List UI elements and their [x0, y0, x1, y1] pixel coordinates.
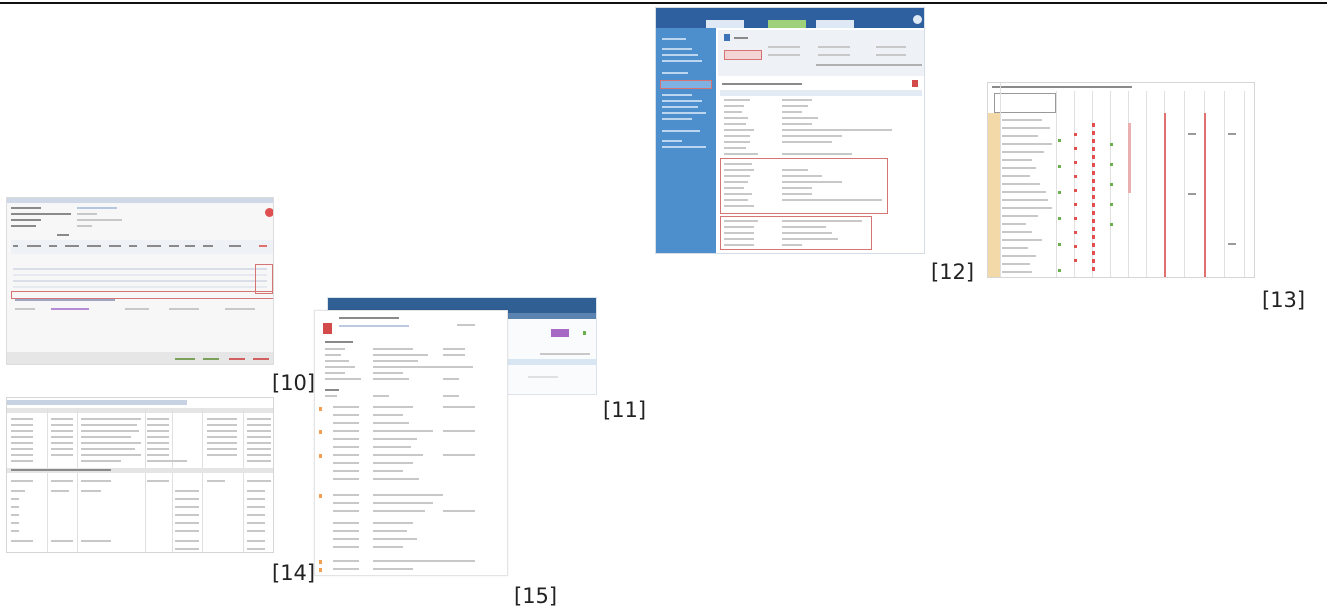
caption-10: [10]: [272, 371, 316, 395]
caption-12: [12]: [931, 260, 975, 284]
search-input[interactable]: [994, 93, 1056, 113]
doc-icon: [724, 34, 730, 41]
screenshot-15[interactable]: [314, 310, 508, 576]
pdf-icon: [912, 80, 918, 87]
title-bar: [7, 198, 273, 203]
caption-11: [11]: [603, 398, 647, 422]
settings-icon[interactable]: [913, 15, 922, 24]
caption-14: [14]: [272, 561, 316, 585]
caption-15: [15]: [514, 584, 558, 608]
screenshot-14[interactable]: [6, 397, 274, 553]
purple-button[interactable]: [551, 329, 569, 337]
screenshot-12[interactable]: [655, 7, 925, 254]
screenshot-10[interactable]: [6, 197, 274, 365]
caption-13: [13]: [1262, 288, 1306, 312]
logo-icon: [265, 208, 273, 217]
screenshot-13[interactable]: [987, 82, 1255, 278]
pdf-icon: [323, 323, 332, 334]
top-rule: [0, 2, 1327, 4]
